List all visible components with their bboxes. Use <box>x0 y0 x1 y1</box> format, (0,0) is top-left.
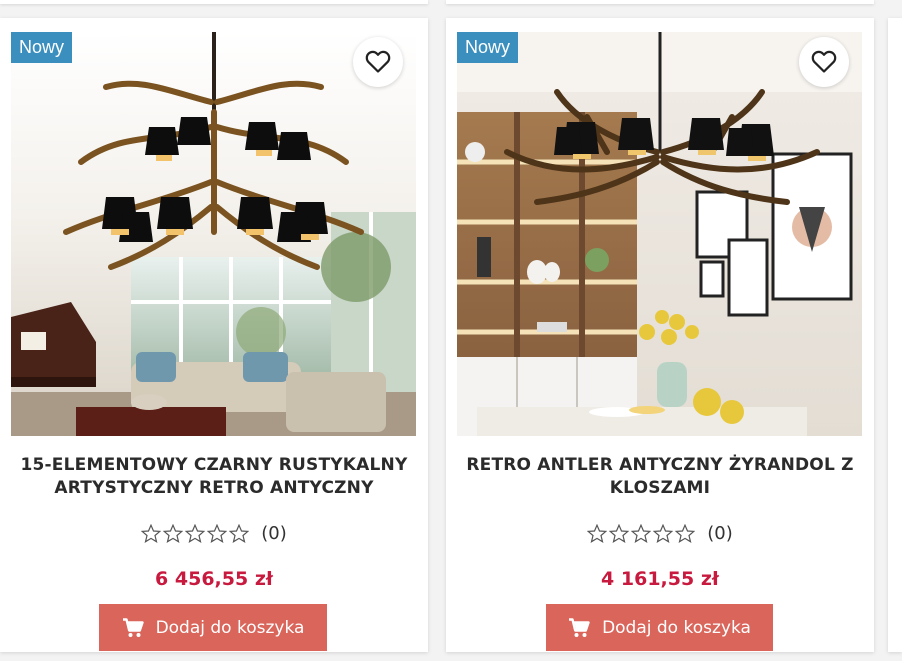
product-card: Nowy 15-ELEMENTOWY CZARNY RUSTYKALNY ART… <box>0 18 428 652</box>
heart-outline-icon <box>811 50 837 73</box>
product-image[interactable]: Nowy <box>11 32 416 436</box>
previous-row-card <box>0 0 428 4</box>
product-title-line-2: ARTYSTYCZNY RETRO ANTYCZNY <box>54 478 374 498</box>
product-title[interactable]: 15-ELEMENTOWY CZARNY RUSTYKALNY ARTYSTYC… <box>0 454 428 500</box>
product-rating: (0) <box>446 523 874 544</box>
review-count: (0) <box>261 523 287 544</box>
star-outline-icon <box>229 524 250 543</box>
review-count: (0) <box>707 523 733 544</box>
star-outline-icon <box>587 524 608 543</box>
living-room-chandelier-image <box>11 32 416 436</box>
shopping-cart-icon <box>569 617 590 637</box>
wishlist-button[interactable] <box>353 37 403 87</box>
star-outline-icon <box>207 524 228 543</box>
star-outline-icon <box>163 524 184 543</box>
new-badge: Nowy <box>457 32 519 63</box>
star-outline-icon <box>185 524 206 543</box>
add-to-cart-label: Dodaj do koszyka <box>155 617 305 638</box>
product-title-line-1: 15-ELEMENTOWY CZARNY RUSTYKALNY <box>20 455 408 475</box>
previous-row-card <box>446 0 874 4</box>
star-outline-icon <box>631 524 652 543</box>
rating-stars <box>587 524 696 543</box>
star-outline-icon <box>653 524 674 543</box>
product-price: 4 161,55 zł <box>601 568 719 590</box>
product-title-line-2: KLOSZAMI <box>609 478 711 498</box>
rating-stars <box>141 524 250 543</box>
next-product-card <box>888 18 902 652</box>
product-title[interactable]: RETRO ANTLER ANTYCZNY ŻYRANDOL Z KLOSZAM… <box>446 454 874 500</box>
product-grid: Nowy 15-ELEMENTOWY CZARNY RUSTYKALNY ART… <box>0 0 902 661</box>
add-to-cart-button[interactable]: Dodaj do koszyka <box>99 604 327 651</box>
dining-room-chandelier-image <box>457 32 862 436</box>
heart-outline-icon <box>365 50 391 73</box>
star-outline-icon <box>675 524 696 543</box>
product-rating: (0) <box>0 523 428 544</box>
star-outline-icon <box>141 524 162 543</box>
star-outline-icon <box>609 524 630 543</box>
product-price: 6 456,55 zł <box>155 568 273 590</box>
product-title-line-1: RETRO ANTLER ANTYCZNY ŻYRANDOL Z <box>466 455 854 475</box>
product-image[interactable]: Nowy <box>457 32 862 436</box>
new-badge: Nowy <box>11 32 73 63</box>
shopping-cart-icon <box>122 617 144 637</box>
add-to-cart-button[interactable]: Dodaj do koszyka <box>546 604 773 651</box>
add-to-cart-label: Dodaj do koszyka <box>602 617 751 638</box>
product-card: Nowy RETRO ANTLER ANTYCZNY ŻYRANDOL Z KL… <box>446 18 874 652</box>
wishlist-button[interactable] <box>799 37 849 87</box>
